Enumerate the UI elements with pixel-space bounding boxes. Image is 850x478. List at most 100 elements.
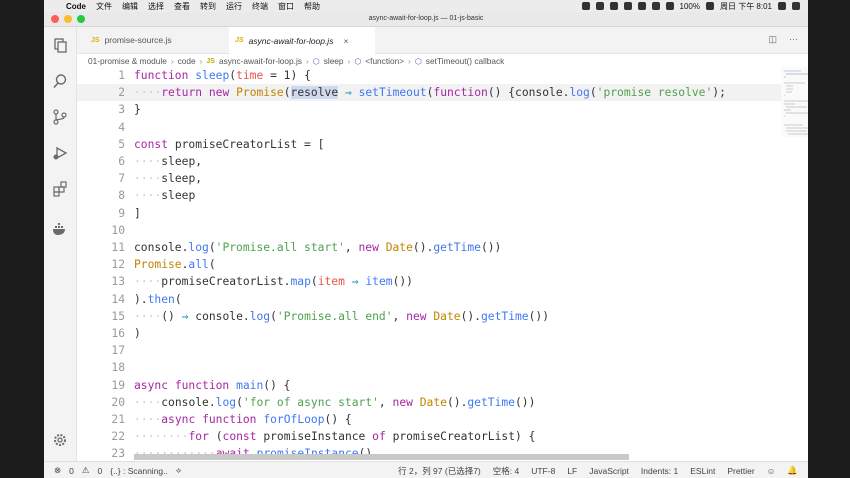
breadcrumb-item[interactable]: async-await-for-loop.js [219, 56, 302, 66]
eslint-status[interactable]: ESLint [690, 466, 715, 476]
source-control-icon[interactable] [52, 109, 68, 125]
menu-view[interactable]: 查看 [174, 1, 190, 12]
more-actions-icon[interactable]: ··· [789, 34, 798, 45]
line-number[interactable]: 13 [77, 273, 125, 290]
code-text[interactable]: ····sleep [134, 187, 195, 204]
code-text[interactable]: ····promiseCreatorList.map(item ⇒ item()… [134, 273, 413, 290]
line-number[interactable]: 17 [77, 342, 125, 359]
language-mode[interactable]: JavaScript [589, 466, 629, 476]
code-line[interactable]: 5 const promiseCreatorList = [ [77, 136, 797, 153]
code-line[interactable]: 21 ····async function forOfLoop() { [77, 411, 797, 428]
minimize-window-button[interactable] [64, 15, 72, 23]
code-text[interactable]: ) [134, 325, 141, 342]
code-text[interactable]: ····async function forOfLoop() { [134, 411, 352, 428]
code-line[interactable]: 20 ····console.log('for of async start', … [77, 394, 797, 411]
line-number[interactable]: 20 [77, 394, 125, 411]
run-debug-icon[interactable] [52, 145, 68, 161]
code-editor[interactable]: 1 function sleep(time = 1) {2 ····return n… [77, 67, 797, 460]
breadcrumb-item[interactable]: 01-promise & module [88, 56, 167, 66]
explorer-icon[interactable] [52, 37, 68, 53]
line-number[interactable]: 2 [77, 84, 125, 101]
menu-selection[interactable]: 选择 [148, 1, 164, 12]
code-text[interactable]: ····sleep, [134, 153, 202, 170]
menu-terminal[interactable]: 终端 [252, 1, 268, 12]
status-app-icon[interactable] [623, 2, 632, 10]
settings-gear-icon[interactable] [52, 432, 68, 448]
code-text[interactable]: const promiseCreatorList = [ [134, 136, 324, 153]
feedback-icon[interactable]: ☺ [767, 466, 776, 476]
battery-percent[interactable]: 100% [680, 2, 700, 11]
menu-file[interactable]: 文件 [96, 1, 112, 12]
minimap[interactable] [781, 67, 808, 137]
errors-icon[interactable]: ⊗ [54, 465, 61, 476]
tab-promise-source[interactable]: JS promise-source.js [85, 27, 203, 53]
close-window-button[interactable] [51, 15, 59, 23]
code-line[interactable]: 13 ····promiseCreatorList.map(item ⇒ item… [77, 273, 797, 290]
menubar-clock[interactable]: 周日 下午 8:01 [720, 1, 772, 12]
split-editor-icon[interactable]: ◫ [768, 34, 777, 45]
line-number[interactable]: 9 [77, 205, 125, 222]
code-line[interactable]: 8 ····sleep [77, 187, 797, 204]
line-number[interactable]: 22 [77, 428, 125, 445]
line-number[interactable]: 10 [77, 222, 125, 239]
line-number[interactable]: 8 [77, 187, 125, 204]
line-number[interactable]: 1 [77, 67, 125, 84]
code-text[interactable]: console.log('Promise.all start', new Dat… [134, 239, 501, 256]
menubar-app-name[interactable]: Code [66, 2, 86, 11]
code-line[interactable]: 2 ····return new Promise(resolve ⇒ setTim… [77, 84, 797, 102]
indent-rainbow-status[interactable]: Indents: 1 [641, 466, 678, 476]
line-number[interactable]: 19 [77, 377, 125, 394]
warning-count[interactable]: 0 [97, 466, 102, 476]
code-line[interactable]: 11 console.log('Promise.all start', new D… [77, 239, 797, 256]
code-text[interactable]: } [134, 101, 141, 118]
code-line[interactable]: 15 ····() ⇒ console.log('Promise.all end'… [77, 308, 797, 325]
line-number[interactable]: 18 [77, 359, 125, 376]
sync-icon[interactable]: ⟡ [176, 465, 182, 476]
code-text[interactable]: ] [134, 205, 141, 222]
line-number[interactable]: 6 [77, 153, 125, 170]
code-line[interactable]: 7 ····sleep, [77, 170, 797, 187]
scanning-status[interactable]: {..} : Scanning.. [110, 466, 168, 476]
status-app-icon[interactable] [595, 2, 604, 10]
line-number[interactable]: 11 [77, 239, 125, 256]
bluetooth-icon[interactable] [651, 2, 660, 10]
battery-icon[interactable] [705, 2, 714, 10]
code-line[interactable]: 16) [77, 325, 797, 342]
notifications-bell-icon[interactable]: 🔔 [787, 465, 798, 476]
docker-icon[interactable] [52, 221, 68, 237]
close-tab-icon[interactable]: × [343, 36, 348, 46]
line-number[interactable]: 7 [77, 170, 125, 187]
line-number[interactable]: 23 [77, 445, 125, 460]
breadcrumb-item[interactable]: setTimeout() callback [426, 56, 505, 66]
search-icon[interactable] [52, 73, 68, 89]
horizontal-scrollbar[interactable] [134, 454, 629, 460]
line-number[interactable]: 4 [77, 119, 125, 136]
code-line[interactable]: 4 [77, 119, 797, 136]
spotlight-icon[interactable] [778, 2, 786, 10]
line-number[interactable]: 14 [77, 291, 125, 308]
code-text[interactable]: Promise.all( [134, 256, 216, 273]
line-number[interactable]: 15 [77, 308, 125, 325]
line-number[interactable]: 21 [77, 411, 125, 428]
cursor-position[interactable]: 行 2，列 97 (已选择7) [398, 465, 481, 477]
code-line[interactable]: 3} [77, 101, 797, 118]
code-line[interactable]: 9] [77, 205, 797, 222]
code-line[interactable]: 17 [77, 342, 797, 359]
code-text[interactable]: ····return new Promise(resolve ⇒ setTime… [134, 84, 726, 101]
code-line[interactable]: 19 async function main() { [77, 377, 797, 394]
status-app-icon[interactable] [609, 2, 618, 10]
code-line[interactable]: 14).then( [77, 291, 797, 308]
breadcrumb-item[interactable]: code [178, 56, 196, 66]
menu-go[interactable]: 转到 [200, 1, 216, 12]
code-text[interactable]: ····() ⇒ console.log('Promise.all end', … [134, 308, 549, 325]
code-line[interactable]: 6 ····sleep, [77, 153, 797, 170]
code-line[interactable]: 12 Promise.all( [77, 256, 797, 273]
indentation-setting[interactable]: 空格: 4 [493, 465, 519, 477]
code-text[interactable]: async function main() { [134, 377, 291, 394]
code-text[interactable]: ········for (const promiseInstance of pr… [134, 428, 535, 445]
menu-window[interactable]: 窗口 [278, 1, 294, 12]
status-app-icon[interactable] [581, 2, 590, 10]
menu-run[interactable]: 运行 [226, 1, 242, 12]
breadcrumb-item[interactable]: <function> [365, 56, 404, 66]
line-number[interactable]: 5 [77, 136, 125, 153]
